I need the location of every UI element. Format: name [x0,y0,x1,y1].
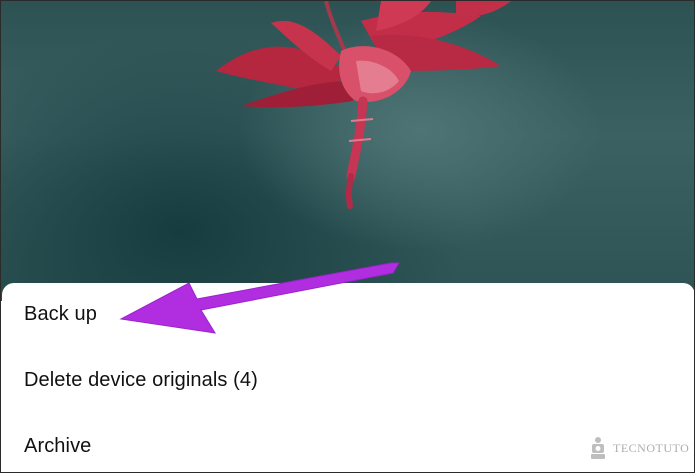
back-up-option[interactable]: Back up [24,303,97,326]
delete-device-originals-option[interactable]: Delete device originals (4) [24,369,258,392]
watermark-text: TECNOTUTO [613,440,690,455]
screen: Back up Delete device originals (4) Arch… [0,0,695,473]
watermark: TECNOTUTO [589,435,689,461]
flower-image [216,1,511,209]
watermark-logo-icon [591,437,605,459]
archive-option[interactable]: Archive [24,435,91,458]
photo-preview [1,1,694,301]
